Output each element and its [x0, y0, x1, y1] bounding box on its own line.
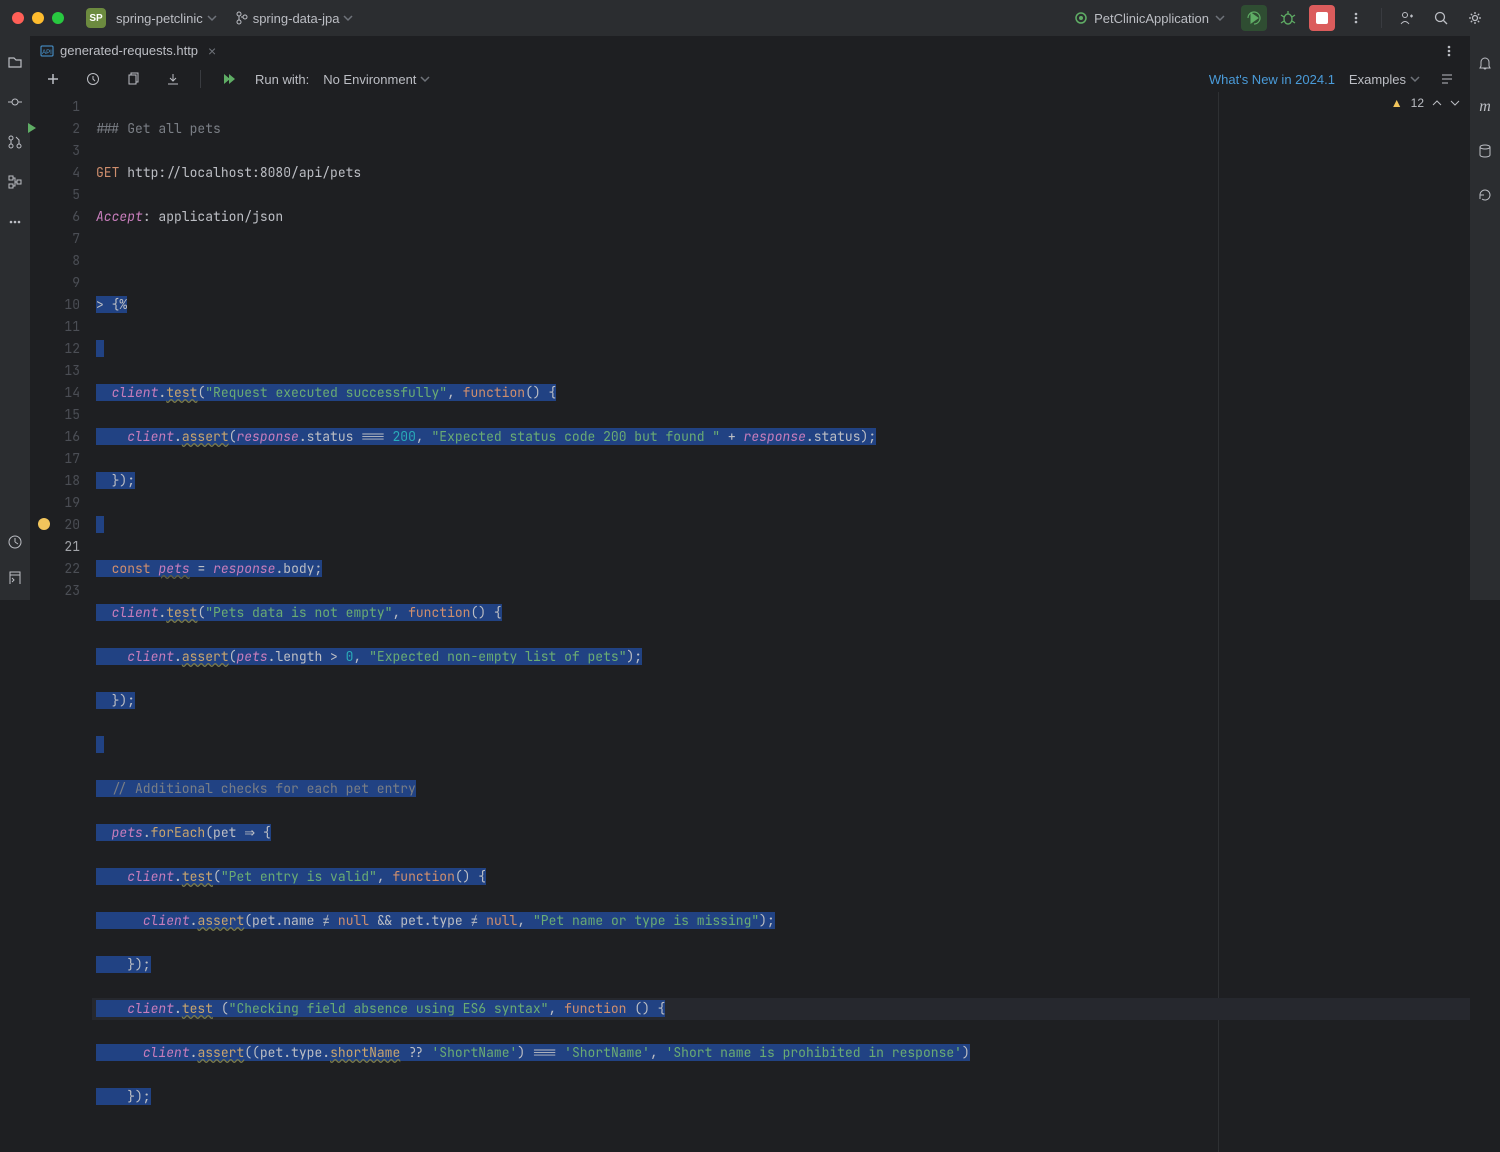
- line-number-gutter: 1 2 3 4 5 6 7 8 9 10 11 12 13 14 15 16 1…: [30, 92, 92, 1152]
- chevron-down-icon: [1215, 13, 1225, 23]
- code-token: // Additional checks for each pet entry: [112, 780, 416, 797]
- terminal-tool-button[interactable]: [5, 568, 25, 588]
- code-token: "Pets data is not empty": [205, 604, 392, 621]
- notifications-button[interactable]: [1472, 50, 1498, 76]
- add-request-button[interactable]: [40, 66, 66, 92]
- pull-requests-tool-button[interactable]: [5, 132, 25, 152]
- database-tool-button[interactable]: [1472, 138, 1498, 164]
- examples-dropdown[interactable]: Examples: [1349, 72, 1420, 87]
- vcs-branch-icon: [235, 11, 249, 25]
- maximize-window-button[interactable]: [52, 12, 64, 24]
- code-token: 0: [346, 648, 354, 665]
- code-token: application/json: [158, 208, 283, 225]
- stop-icon: [1316, 12, 1328, 24]
- code-with-me-button[interactable]: [1394, 5, 1420, 31]
- copy-button[interactable]: [120, 66, 146, 92]
- run-config-label: PetClinicApplication: [1094, 11, 1209, 26]
- app-icon: [1074, 11, 1088, 25]
- run-button[interactable]: [1241, 5, 1267, 31]
- stop-button[interactable]: [1309, 5, 1335, 31]
- chevron-down-icon: [420, 74, 430, 84]
- editor-tab[interactable]: API generated-requests.http ×: [30, 36, 226, 66]
- code-token: ??: [408, 1044, 424, 1061]
- code-token: "Pet name or type is missing": [533, 912, 759, 929]
- import-button[interactable]: [160, 66, 186, 92]
- ai-tool-label: m: [1479, 98, 1491, 116]
- tab-filename: generated-requests.http: [60, 43, 198, 58]
- examples-label: Examples: [1349, 72, 1406, 87]
- run-all-button[interactable]: [215, 66, 241, 92]
- module-name-label: spring-data-jpa: [253, 11, 340, 26]
- code-token: "Pet entry is valid": [221, 868, 377, 885]
- code-line: ### Get all pets: [96, 120, 221, 137]
- structure-tool-button[interactable]: [5, 172, 25, 192]
- ai-tool-button[interactable]: m: [1472, 94, 1498, 120]
- code-token: "Expected status code 200 but found ": [432, 428, 721, 445]
- close-window-button[interactable]: [12, 12, 24, 24]
- project-tool-button[interactable]: [5, 52, 25, 72]
- code-token: "Expected non-empty list of pets": [369, 648, 626, 665]
- code-token: GET: [96, 164, 119, 181]
- close-tab-button[interactable]: ×: [208, 43, 216, 59]
- environment-dropdown[interactable]: No Environment: [323, 72, 430, 87]
- code-token: 200: [392, 428, 415, 445]
- code-token: http://localhost:8080/api/pets: [127, 164, 361, 181]
- soft-wrap-button[interactable]: [1434, 66, 1460, 92]
- code-token: ===: [361, 428, 384, 445]
- commit-tool-button[interactable]: [5, 92, 25, 112]
- module-dropdown[interactable]: spring-data-jpa: [235, 11, 354, 26]
- tab-options-button[interactable]: [1436, 38, 1462, 64]
- search-everywhere-button[interactable]: [1428, 5, 1454, 31]
- chevron-down-icon: [1410, 74, 1420, 84]
- settings-button[interactable]: [1462, 5, 1488, 31]
- run-config-dropdown[interactable]: PetClinicApplication: [1066, 7, 1233, 30]
- code-content[interactable]: ### Get all pets GET http://localhost:80…: [92, 92, 1470, 1152]
- left-tool-strip: [0, 36, 30, 600]
- project-name-label: spring-petclinic: [116, 11, 203, 26]
- refresh-tool-button[interactable]: [1472, 182, 1498, 208]
- code-token: ⇒: [244, 824, 255, 841]
- right-tool-strip: m: [1470, 36, 1500, 600]
- code-token: function: [463, 384, 525, 401]
- http-file-icon: API: [40, 44, 54, 58]
- code-token: "Request executed successfully": [205, 384, 447, 401]
- titlebar: SP spring-petclinic spring-data-jpa PetC…: [0, 0, 1500, 36]
- code-token: 'ShortName': [564, 1044, 650, 1061]
- code-token: ≠: [322, 912, 330, 929]
- more-tools-button[interactable]: [5, 212, 25, 232]
- code-token: forEach: [151, 824, 206, 841]
- whats-new-link[interactable]: What's New in 2024.1: [1209, 72, 1335, 87]
- code-token: 'ShortName': [432, 1044, 518, 1061]
- code-token: const: [112, 560, 151, 577]
- http-toolbar: Run with: No Environment What's New in 2…: [30, 66, 1470, 92]
- svg-text:API: API: [42, 50, 52, 56]
- more-actions-button[interactable]: [1343, 5, 1369, 31]
- code-token: 'Short name is prohibited in response': [666, 1044, 962, 1061]
- debug-button[interactable]: [1275, 5, 1301, 31]
- code-editor[interactable]: ▲ 12 1 2 3 4 5 6 7 8 9 10 11 12 13 14 15: [30, 92, 1470, 1152]
- editor-area: API generated-requests.http × Run with: …: [30, 36, 1470, 600]
- chevron-down-icon: [343, 13, 353, 23]
- code-token: &&: [377, 912, 393, 929]
- editor-tab-bar: API generated-requests.http ×: [30, 36, 1470, 66]
- chevron-down-icon: [207, 13, 217, 23]
- environment-label: No Environment: [323, 72, 416, 87]
- project-badge: SP: [86, 8, 106, 28]
- history-button[interactable]: [80, 66, 106, 92]
- window-controls: [0, 12, 76, 24]
- minimize-window-button[interactable]: [32, 12, 44, 24]
- project-dropdown[interactable]: spring-petclinic: [116, 11, 217, 26]
- build-tool-button[interactable]: [5, 532, 25, 552]
- code-token: "Checking field absence using ES6 syntax…: [229, 1000, 549, 1017]
- run-with-label: Run with:: [255, 72, 309, 87]
- code-token: null: [338, 912, 369, 929]
- code-token: Accept: [96, 208, 143, 225]
